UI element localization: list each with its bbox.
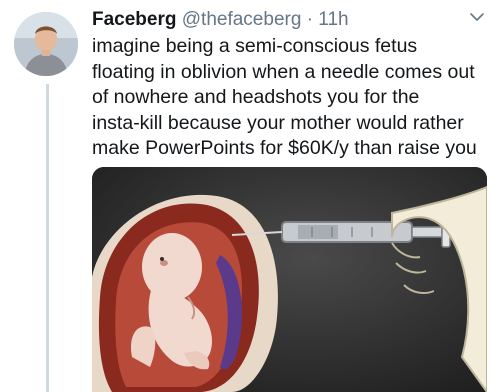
tweet-header: Faceberg @thefaceberg · 11h bbox=[92, 8, 464, 32]
chevron-down-icon bbox=[470, 12, 484, 21]
tweet-time[interactable]: 11h bbox=[318, 9, 348, 30]
thread-line bbox=[46, 84, 49, 392]
author-handle[interactable]: @thefaceberg bbox=[182, 9, 302, 30]
author-name[interactable]: Faceberg bbox=[92, 9, 176, 30]
tweet-text-line: of nowhere and headshots you for the bbox=[92, 86, 420, 108]
tweet-text: imagine being a semi-conscious fetus flo… bbox=[92, 34, 494, 162]
more-options-button[interactable] bbox=[466, 8, 488, 26]
meta-separator: · bbox=[306, 9, 314, 30]
tweet[interactable]: Faceberg @thefaceberg · 11h imagine bein… bbox=[0, 0, 500, 392]
tweet-text-line: insta-kill because your mother would rat… bbox=[92, 111, 464, 134]
avatar[interactable] bbox=[14, 12, 78, 76]
fetus-illustration bbox=[92, 167, 487, 392]
tweet-media[interactable] bbox=[92, 167, 487, 392]
avatar-image bbox=[14, 12, 78, 76]
tweet-text-line: imagine being a semi-conscious fetus bbox=[92, 35, 418, 57]
tweet-text-line: make PowerPoints for $60K/y than raise y… bbox=[92, 137, 477, 159]
tweet-text-line: floating in oblivion when a needle comes… bbox=[92, 60, 475, 83]
